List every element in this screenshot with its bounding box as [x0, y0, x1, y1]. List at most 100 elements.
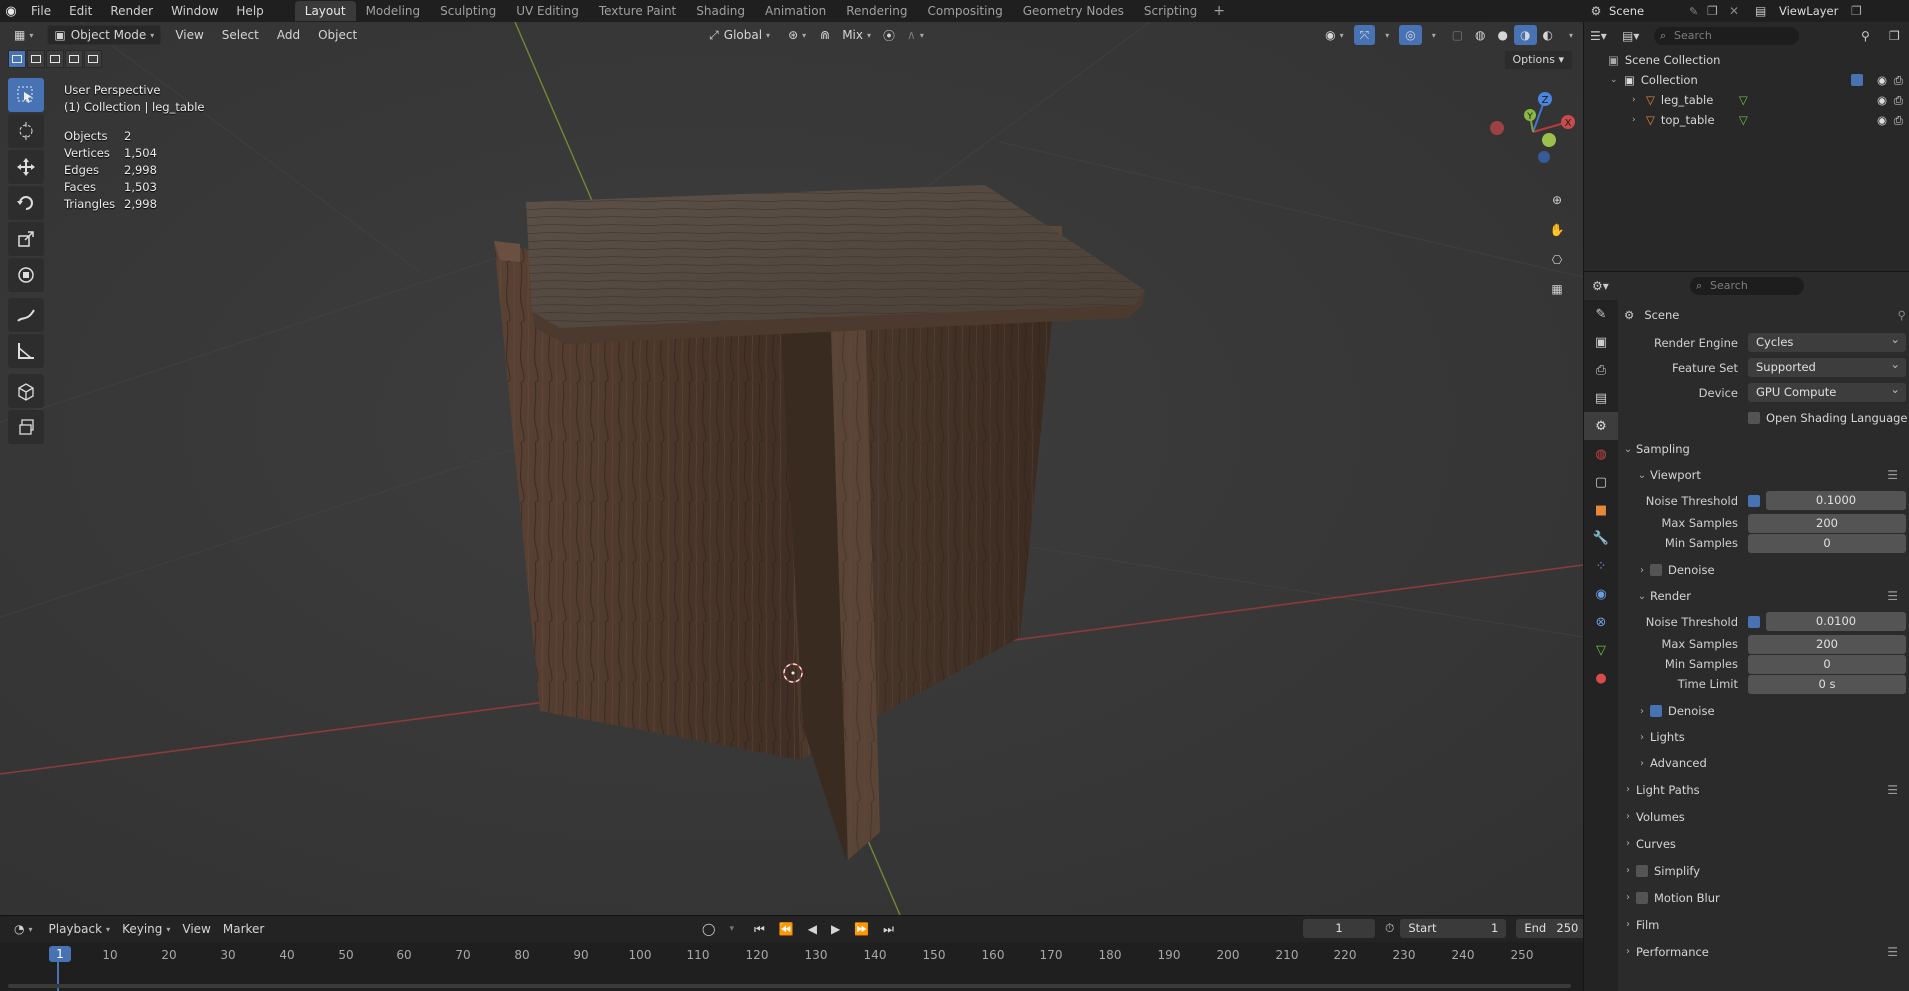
motion-blur-checkbox[interactable] — [1636, 891, 1648, 904]
display-mode-icon[interactable]: ▤▾ — [1622, 29, 1648, 43]
menu-file[interactable]: File — [22, 0, 60, 22]
pivot-point-dropdown[interactable]: ⊛ ▾ — [782, 25, 812, 45]
tab-uv-editing[interactable]: UV Editing — [506, 1, 589, 21]
shading-material-button[interactable]: ◑ — [1514, 25, 1537, 45]
frame-ruler[interactable]: 1 10 20 30 40 50 60 70 80 90 100 110 120… — [0, 942, 1583, 991]
current-frame-indicator[interactable]: 1 — [49, 946, 71, 962]
new-scene-icon[interactable]: ❐ — [1707, 4, 1729, 18]
properties-editor-type-icon[interactable]: ⚙▾ — [1592, 279, 1622, 293]
tool-tab-icon[interactable]: ✎ — [1584, 300, 1618, 328]
outliner-object-row[interactable]: › ▽ top_table ▽ ◉ ⎙ — [1584, 110, 1909, 130]
menu-object[interactable]: Object — [312, 25, 363, 45]
properties-search-input[interactable]: Search — [1690, 277, 1804, 295]
playback-menu[interactable]: Playback ▾ — [43, 919, 117, 939]
camera-view-icon[interactable]: ⎔ — [1545, 248, 1569, 272]
render-denoise-checkbox[interactable] — [1650, 705, 1662, 717]
modifier-tab-icon[interactable]: 🔧 — [1584, 524, 1618, 552]
annotate-tool[interactable] — [8, 298, 44, 332]
tab-scripting[interactable]: Scripting — [1134, 1, 1207, 21]
curves-panel-header[interactable]: › Curves — [1620, 830, 1909, 857]
collection-row[interactable]: ⌄ ▣ Collection ◉ ⎙ — [1584, 70, 1909, 90]
constraints-tab-icon[interactable]: ⊗ — [1584, 608, 1618, 636]
presets-list-icon[interactable]: ☰ — [1887, 783, 1898, 797]
jump-to-end-icon[interactable]: ⏭ — [877, 919, 900, 939]
render-engine-dropdown[interactable]: Cycles — [1748, 330, 1906, 352]
neg-x-axis-handle[interactable] — [1490, 121, 1504, 135]
marker-menu[interactable]: Marker — [217, 919, 270, 939]
jump-prev-keyframe-icon[interactable]: ⏪ — [773, 919, 800, 939]
select-extend-button[interactable] — [27, 50, 45, 68]
3d-viewport[interactable]: ▦ ▾ ▣ Object Mode ▾ View Select Add Object … — [0, 22, 1583, 915]
current-frame-field[interactable]: 1 — [1303, 919, 1375, 938]
pan-hand-icon[interactable]: ✋ — [1545, 218, 1569, 242]
presets-list-icon[interactable]: ☰ — [1887, 589, 1898, 603]
tab-compositing[interactable]: Compositing — [917, 1, 1012, 21]
collection-tab-icon[interactable]: ▢ — [1584, 468, 1618, 496]
feature-set-dropdown[interactable]: Supported — [1748, 355, 1906, 377]
timeline-editor-type-button[interactable]: ◔ ▾ — [8, 919, 39, 939]
move-tool[interactable] — [8, 150, 44, 184]
neg-y-axis-handle[interactable] — [1542, 133, 1556, 147]
tab-geometry-nodes[interactable]: Geometry Nodes — [1013, 1, 1134, 21]
extrude-tool[interactable] — [8, 410, 44, 444]
tab-texture-paint[interactable]: Texture Paint — [589, 1, 686, 21]
shading-solid-button[interactable]: ● — [1492, 25, 1514, 45]
scene-selector[interactable]: Scene — [1609, 4, 1689, 18]
menu-render[interactable]: Render — [101, 0, 162, 22]
viewport-subpanel-header[interactable]: ⌄ Viewport ☰ — [1620, 462, 1909, 488]
menu-view[interactable]: View — [169, 25, 209, 45]
viewport-noise-checkbox[interactable] — [1748, 494, 1760, 507]
render-denoise-header[interactable]: › Denoise — [1620, 698, 1909, 724]
new-viewlayer-icon[interactable]: ❐ — [1851, 4, 1871, 18]
new-collection-icon[interactable]: ❐ — [1889, 29, 1903, 43]
presets-list-icon[interactable]: ☰ — [1887, 468, 1898, 482]
object-mode-dropdown[interactable]: ▣ Object Mode ▾ — [47, 25, 162, 45]
neg-z-axis-handle[interactable] — [1538, 151, 1550, 163]
viewport-denoise-header[interactable]: › Denoise — [1620, 557, 1909, 583]
shading-dropdown[interactable]: ▾ — [1559, 25, 1579, 45]
volumes-panel-header[interactable]: › Volumes — [1620, 803, 1909, 830]
simplify-panel-header[interactable]: › Simplify — [1620, 857, 1909, 884]
filter-icon[interactable]: ⚲ — [1861, 29, 1883, 43]
snap-toggle[interactable]: ⋒ — [814, 25, 836, 45]
overlays-toggle[interactable]: ◎ — [1399, 25, 1422, 45]
outliner-search-input[interactable]: Search — [1654, 27, 1799, 45]
select-new-button[interactable] — [8, 50, 26, 68]
mesh-data-icon[interactable]: ▽ — [1739, 93, 1748, 107]
advanced-subpanel-header[interactable]: › Advanced — [1620, 750, 1909, 776]
zoom-icon[interactable]: ⊕ — [1545, 188, 1569, 212]
timeline-scrollbar[interactable] — [8, 984, 1571, 988]
pin-icon[interactable]: ✎ — [1689, 5, 1707, 18]
camera-icon[interactable]: ⎙ — [1894, 93, 1903, 108]
output-tab-icon[interactable]: ⎙ — [1584, 356, 1618, 384]
light-paths-panel-header[interactable]: › Light Paths ☰ — [1620, 776, 1909, 803]
options-dropdown[interactable]: Options ▾ — [1503, 50, 1573, 70]
data-tab-icon[interactable]: ▽ — [1584, 636, 1618, 664]
start-frame-field[interactable]: Start 1 — [1400, 919, 1507, 938]
pin-icon[interactable]: ⚲ — [1898, 308, 1906, 322]
menu-window[interactable]: Window — [162, 0, 227, 22]
stopwatch-icon[interactable]: ⏱ — [1385, 921, 1394, 936]
end-frame-field[interactable]: End 250 — [1516, 919, 1587, 938]
device-dropdown[interactable]: GPU Compute — [1748, 380, 1906, 402]
menu-add[interactable]: Add — [271, 25, 306, 45]
menu-select[interactable]: Select — [216, 25, 265, 45]
render-subpanel-header[interactable]: ⌄ Render ☰ — [1620, 583, 1909, 609]
view-layer-tab-icon[interactable]: ▤ — [1584, 384, 1618, 412]
menu-edit[interactable]: Edit — [60, 0, 101, 22]
tab-animation[interactable]: Animation — [755, 1, 836, 21]
add-cube-tool[interactable] — [8, 374, 44, 408]
mesh-data-icon[interactable]: ▽ — [1739, 113, 1748, 127]
add-workspace-button[interactable]: + — [1207, 1, 1231, 21]
select-intersect-button[interactable] — [84, 50, 102, 68]
eye-icon[interactable]: ◉ — [1877, 93, 1887, 107]
editor-type-button[interactable]: ▦ ▾ — [8, 25, 39, 45]
select-invert-button[interactable] — [65, 50, 83, 68]
proportional-falloff-dropdown[interactable]: ∧ ▾ — [901, 25, 930, 45]
scene-icon[interactable]: ⚙ — [1583, 4, 1609, 18]
gizmos-toggle[interactable]: ⤧ — [1353, 25, 1376, 45]
gizmos-dropdown[interactable]: ▾ — [1375, 25, 1395, 45]
chevron-right-icon[interactable]: › — [1632, 95, 1646, 105]
motion-blur-panel-header[interactable]: › Motion Blur — [1620, 884, 1909, 911]
viewport-max-field[interactable]: 200 — [1748, 513, 1906, 533]
